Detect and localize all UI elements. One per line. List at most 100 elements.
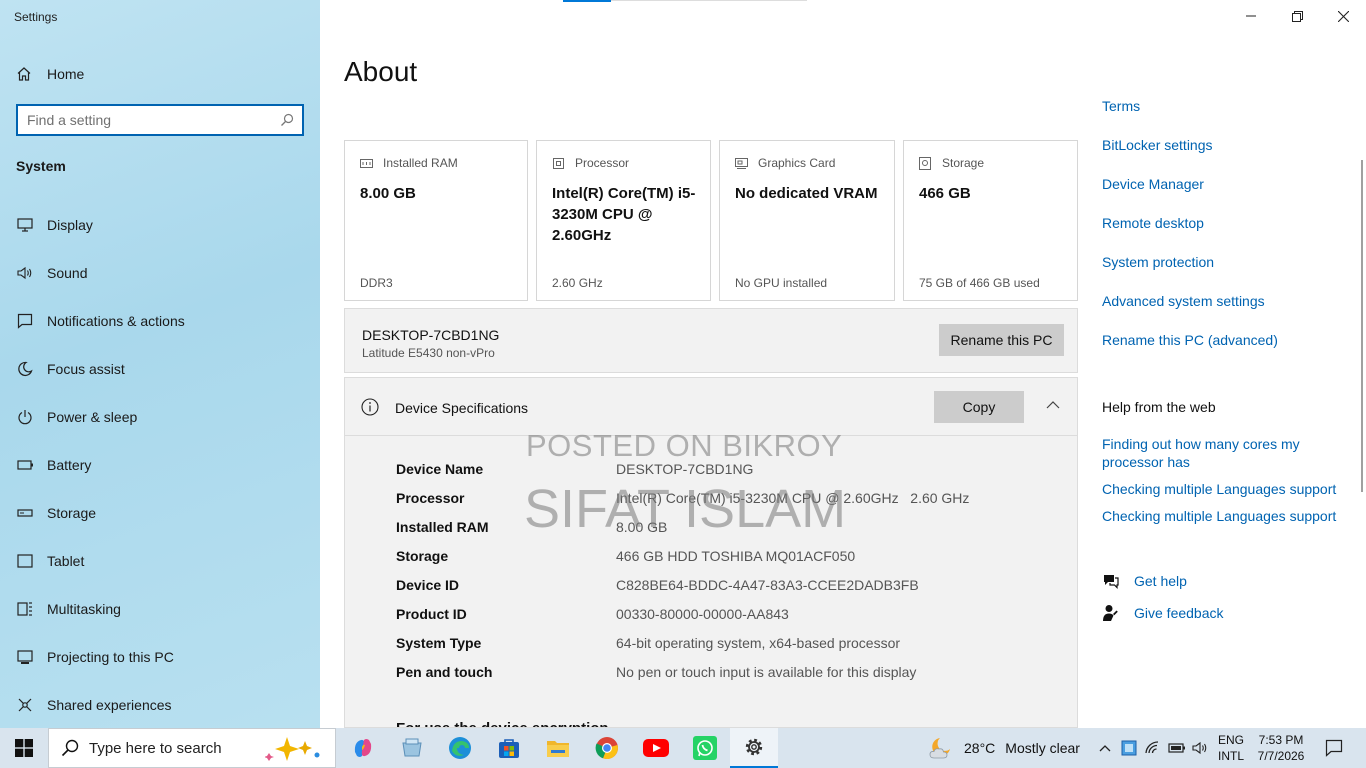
taskbar-youtube[interactable] (632, 728, 680, 768)
speaker-icon (16, 264, 34, 282)
search-highlight-icon (264, 735, 325, 768)
device-specifications-header[interactable]: Device Specifications Copy (345, 378, 1077, 436)
link-terms[interactable]: Terms (1102, 97, 1140, 115)
rename-pc-button[interactable]: Rename this PC (939, 324, 1064, 356)
restore-button[interactable] (1274, 0, 1320, 32)
nav-item-battery[interactable]: Battery (16, 453, 91, 477)
spec-key: Pen and touch (396, 664, 493, 680)
find-setting-search[interactable] (16, 104, 304, 136)
nav-item-sound[interactable]: Sound (16, 261, 87, 285)
link-device-manager[interactable]: Device Manager (1102, 175, 1204, 193)
file-explorer-alt-icon (402, 738, 422, 757)
web-link-cores[interactable]: Finding out how many cores my processor … (1102, 435, 1337, 471)
start-button[interactable] (0, 728, 48, 768)
card-subtext: No GPU installed (735, 276, 828, 290)
taskbar-whatsapp[interactable] (681, 728, 729, 768)
youtube-icon (643, 739, 669, 757)
find-setting-input[interactable] (18, 106, 268, 134)
card-header: Processor (575, 156, 630, 170)
link-system-protection[interactable]: System protection (1102, 253, 1214, 271)
shared-icon (16, 696, 34, 714)
nav-item-projecting[interactable]: Projecting to this PC (16, 645, 174, 669)
weather-condition: Mostly clear (1005, 740, 1080, 756)
close-button[interactable] (1320, 0, 1366, 32)
nav-item-shared-experiences[interactable]: Shared experiences (16, 693, 172, 717)
nav-item-tablet[interactable]: Tablet (16, 549, 84, 573)
storage-icon (919, 156, 933, 170)
scroll-indicator (563, 0, 611, 2)
chevron-up-icon[interactable] (1046, 398, 1060, 412)
nav-item-label: Storage (47, 505, 97, 521)
power-icon (16, 408, 34, 426)
give-feedback-label: Give feedback (1134, 605, 1224, 621)
ram-icon (360, 156, 374, 170)
spec-value: Intel(R) Core(TM) i5-3230M CPU @ 2.60GHz… (616, 490, 970, 506)
scroll-track (611, 0, 807, 1)
nav-item-display[interactable]: Display (16, 213, 93, 237)
copy-button[interactable]: Copy (934, 391, 1024, 423)
tray-volume[interactable] (1190, 728, 1212, 768)
pc-name-panel: DESKTOP-7CBD1NG Latitude E5430 non-vPro … (344, 308, 1078, 373)
multitasking-icon (16, 600, 34, 618)
link-advanced-system-settings[interactable]: Advanced system settings (1102, 292, 1265, 310)
link-rename-pc-advanced[interactable]: Rename this PC (advanced) (1102, 331, 1278, 349)
web-link-languages-2[interactable]: Checking multiple Languages support (1102, 507, 1336, 525)
spec-value: 00330-80000-00000-AA843 (616, 606, 789, 622)
action-center-button[interactable] (1318, 728, 1350, 768)
get-help-icon (1102, 573, 1120, 589)
info-icon (361, 398, 379, 416)
scrollbar[interactable] (1361, 160, 1363, 492)
weather-temperature: 28°C (964, 740, 996, 756)
taskbar-search-box[interactable]: Type here to search (48, 728, 336, 768)
nav-item-storage[interactable]: Storage (16, 501, 96, 525)
search-icon[interactable] (280, 113, 294, 132)
taskbar-file-explorer[interactable] (534, 728, 582, 768)
nav-item-label: Multitasking (47, 601, 121, 617)
device-specifications-panel: Device Specifications Copy Device Name DE… (344, 377, 1078, 728)
monitor-icon (16, 216, 34, 234)
taskbar-search-placeholder: Type here to search (89, 739, 222, 757)
taskbar-file-explorer-alt[interactable] (388, 728, 436, 768)
nav-item-power-sleep[interactable]: Power & sleep (16, 405, 137, 429)
spec-row: Device ID C828BE64-BDDC-4A47-83A3-CCEE2DA… (396, 577, 919, 597)
home-icon (16, 66, 34, 82)
link-bitlocker-settings[interactable]: BitLocker settings (1102, 136, 1213, 154)
get-help-link[interactable]: Get help (1102, 573, 1187, 589)
processor-icon (552, 156, 566, 170)
card-value: No dedicated VRAM (735, 185, 878, 202)
link-remote-desktop[interactable]: Remote desktop (1102, 214, 1204, 232)
tray-network[interactable] (1142, 728, 1164, 768)
taskbar-store[interactable] (485, 728, 533, 768)
taskbar-clock[interactable]: 7:53 PM 7/7/2026 (1250, 732, 1312, 764)
nav-item-notifications[interactable]: Notifications & actions (16, 309, 185, 333)
nav-item-multitasking[interactable]: Multitasking (16, 597, 121, 621)
tray-app[interactable] (1118, 728, 1140, 768)
settings-icon (745, 738, 763, 756)
chevron-up-icon (1099, 745, 1111, 752)
graphics-card: Graphics Card No dedicated VRAM No GPU i… (719, 140, 895, 301)
spec-row: Installed RAM 8.00 GB (396, 519, 667, 539)
home-nav-item[interactable]: Home (16, 64, 84, 84)
chrome-icon (595, 737, 618, 760)
taskbar-settings[interactable] (730, 728, 778, 768)
language-code: ENG (1218, 733, 1245, 747)
taskbar-copilot[interactable] (339, 728, 387, 768)
whatsapp-icon (693, 736, 717, 760)
feedback-icon (1102, 604, 1120, 622)
input-language-indicator[interactable]: ENG INTL (1218, 732, 1244, 764)
battery-icon (16, 456, 34, 474)
minimize-button[interactable] (1228, 0, 1274, 32)
spec-value: No pen or touch input is available for t… (616, 664, 917, 680)
web-link-languages[interactable]: Checking multiple Languages support (1102, 480, 1336, 498)
spec-value: C828BE64-BDDC-4A47-83A3-CCEE2DADB3FB (616, 577, 919, 593)
speaker-icon (1192, 741, 1207, 755)
ram-card: Installed RAM 8.00 GB DDR3 (344, 140, 528, 301)
taskbar-edge[interactable] (436, 728, 484, 768)
show-hidden-icons-button[interactable] (1094, 728, 1116, 768)
give-feedback-link[interactable]: Give feedback (1102, 604, 1224, 622)
weather-widget[interactable]: 28°C Mostly clear (928, 728, 1080, 768)
taskbar-chrome[interactable] (583, 728, 631, 768)
notification-icon (1325, 739, 1343, 757)
nav-item-focus-assist[interactable]: Focus assist (16, 357, 125, 381)
tray-battery[interactable] (1166, 728, 1188, 768)
